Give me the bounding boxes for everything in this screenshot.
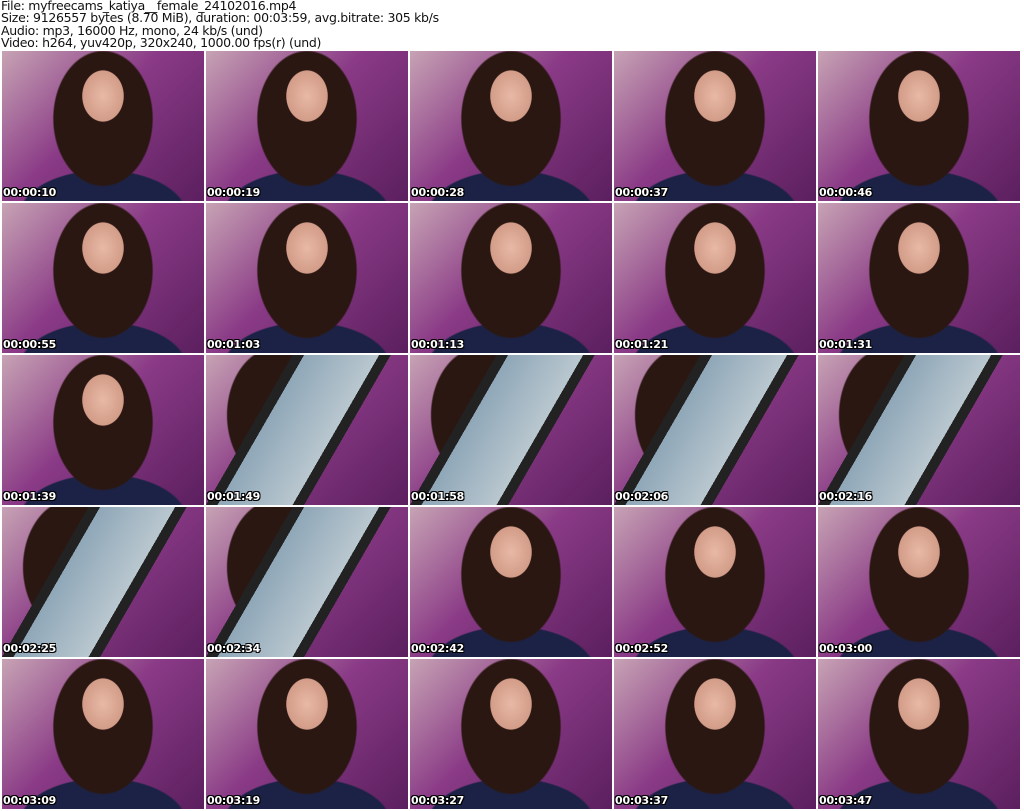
thumbnail-timestamp: 00:03:09 <box>3 794 57 807</box>
video-thumbnail: 00:03:37 <box>614 659 816 809</box>
video-thumbnail: 00:03:47 <box>818 659 1020 809</box>
video-thumbnail: 00:03:27 <box>410 659 612 809</box>
video-thumbnail: 00:02:25 <box>2 507 204 657</box>
video-thumbnail: 00:00:10 <box>2 51 204 201</box>
thumbnail-timestamp: 00:03:27 <box>411 794 465 807</box>
video-thumbnail: 00:03:09 <box>2 659 204 809</box>
thumbnail-timestamp: 00:02:16 <box>819 490 873 503</box>
thumbnail-timestamp: 00:02:34 <box>207 642 261 655</box>
video-thumbnail: 00:02:52 <box>614 507 816 657</box>
thumbnail-timestamp: 00:00:10 <box>3 186 57 199</box>
thumbnail-timestamp: 00:01:39 <box>3 490 57 503</box>
thumbnail-timestamp: 00:03:00 <box>819 642 873 655</box>
video-thumbnail: 00:02:34 <box>206 507 408 657</box>
thumbnail-timestamp: 00:01:21 <box>615 338 669 351</box>
video-thumbnail: 00:00:28 <box>410 51 612 201</box>
thumbnail-timestamp: 00:02:42 <box>411 642 465 655</box>
thumbnail-timestamp: 00:03:19 <box>207 794 261 807</box>
video-thumbnail: 00:01:58 <box>410 355 612 505</box>
video-thumbnail: 00:00:19 <box>206 51 408 201</box>
video-thumbnail: 00:03:00 <box>818 507 1020 657</box>
thumbnail-timestamp: 00:00:46 <box>819 186 873 199</box>
video-thumbnail: 00:02:42 <box>410 507 612 657</box>
video-thumbnail: 00:01:31 <box>818 203 1020 353</box>
video-thumbnail: 00:01:21 <box>614 203 816 353</box>
thumbnail-timestamp: 00:01:49 <box>207 490 261 503</box>
file-info-header: File: myfreecams_katiya__female_24102016… <box>1 0 439 49</box>
video-thumbnail: 00:01:49 <box>206 355 408 505</box>
thumbnail-timestamp: 00:00:28 <box>411 186 465 199</box>
thumbnail-timestamp: 00:00:19 <box>207 186 261 199</box>
video-thumbnail: 00:00:37 <box>614 51 816 201</box>
video-thumbnail: 00:00:55 <box>2 203 204 353</box>
thumbnail-timestamp: 00:00:37 <box>615 186 669 199</box>
video-thumbnail: 00:02:06 <box>614 355 816 505</box>
thumbnail-timestamp: 00:00:55 <box>3 338 57 351</box>
video-thumbnail: 00:02:16 <box>818 355 1020 505</box>
video-thumbnail: 00:01:39 <box>2 355 204 505</box>
video-info: Video: h264, yuv420p, 320x240, 1000.00 f… <box>1 34 322 50</box>
video-thumbnail: 00:01:03 <box>206 203 408 353</box>
thumbnail-timestamp: 00:02:25 <box>3 642 57 655</box>
thumbnail-timestamp: 00:01:31 <box>819 338 873 351</box>
thumbnail-timestamp: 00:01:58 <box>411 490 465 503</box>
video-thumbnail: 00:03:19 <box>206 659 408 809</box>
thumbnail-timestamp: 00:02:52 <box>615 642 669 655</box>
thumbnail-timestamp: 00:01:03 <box>207 338 261 351</box>
thumbnail-timestamp: 00:02:06 <box>615 490 669 503</box>
thumbnail-timestamp: 00:03:47 <box>819 794 873 807</box>
video-thumbnail: 00:00:46 <box>818 51 1020 201</box>
thumbnail-timestamp: 00:01:13 <box>411 338 465 351</box>
thumbnail-timestamp: 00:03:37 <box>615 794 669 807</box>
video-thumbnail: 00:01:13 <box>410 203 612 353</box>
